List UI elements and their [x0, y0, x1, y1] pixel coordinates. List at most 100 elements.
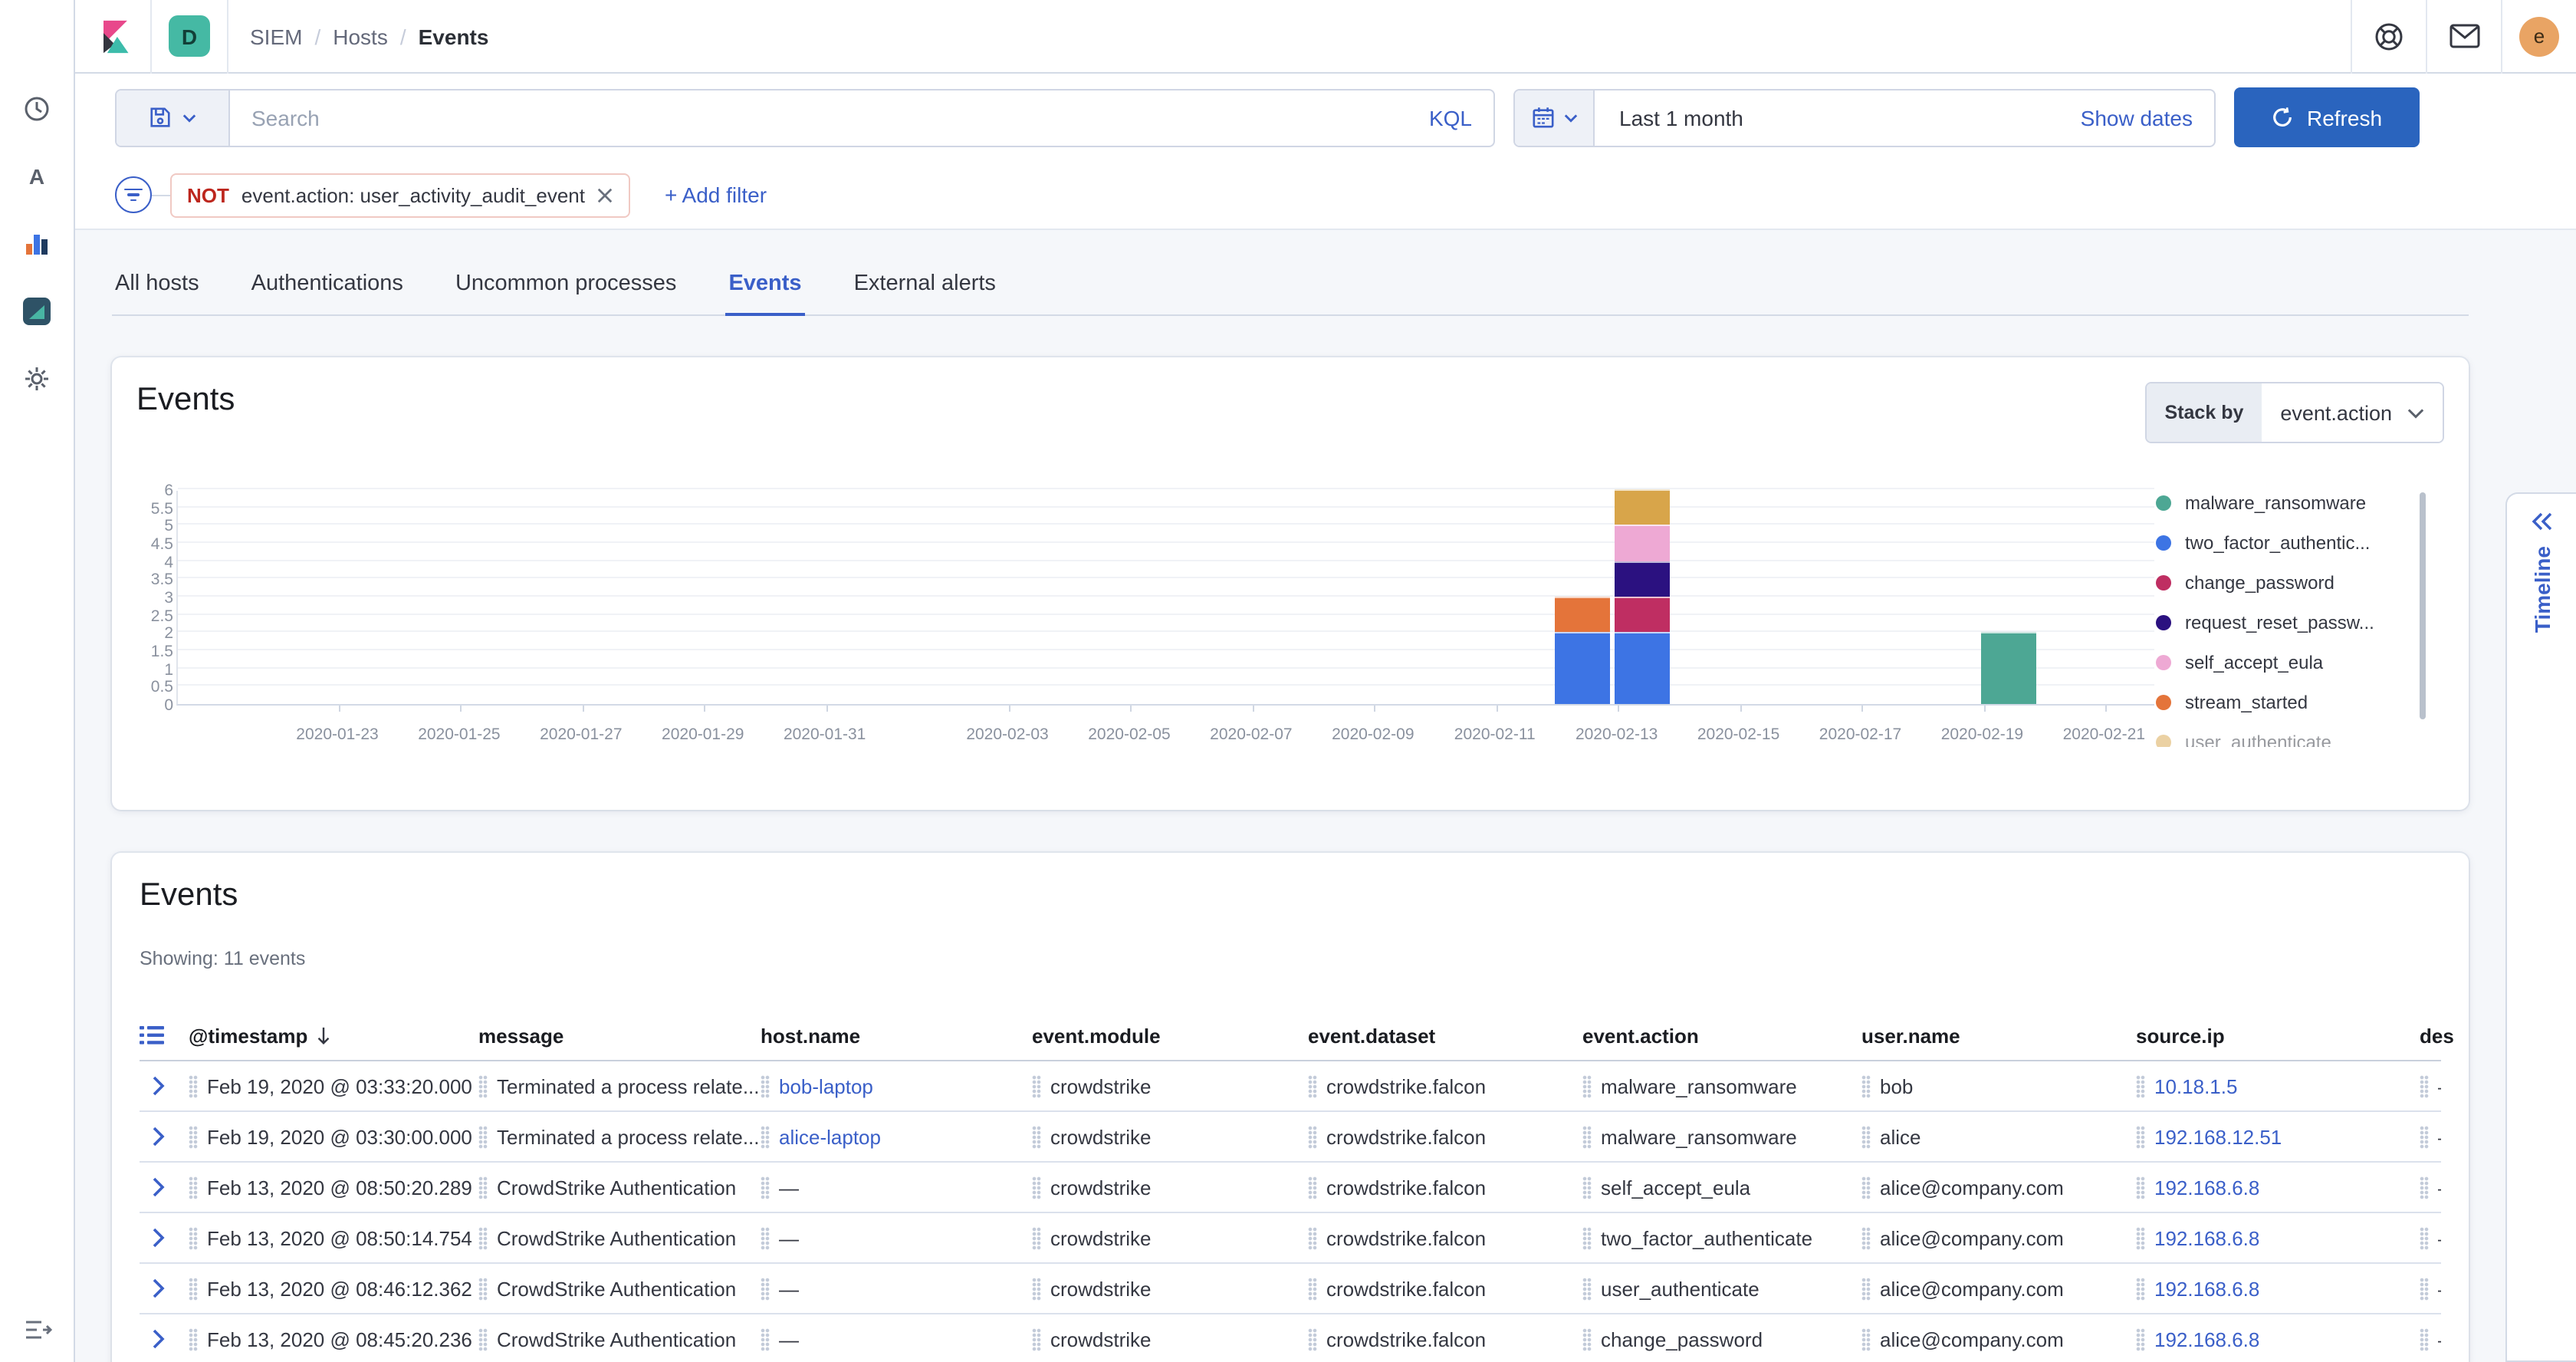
drag-handle-icon[interactable]	[2136, 1327, 2145, 1350]
host-name-link[interactable]: bob-laptop	[779, 1074, 873, 1097]
add-filter-link[interactable]: + Add filter	[665, 183, 767, 207]
user-avatar[interactable]: e	[2519, 16, 2559, 56]
column-header-event-module[interactable]: event.module	[1032, 1024, 1308, 1047]
bar-segment-request-reset-passw-[interactable]	[1615, 561, 1671, 597]
drag-handle-icon[interactable]	[189, 1226, 198, 1249]
drag-handle-icon[interactable]	[478, 1074, 488, 1097]
drag-handle-icon[interactable]	[761, 1277, 770, 1300]
saved-query-button[interactable]	[117, 90, 230, 145]
drag-handle-icon[interactable]	[1032, 1277, 1041, 1300]
drag-handle-icon[interactable]	[1861, 1226, 1871, 1249]
bar-segment-malware-ransomware[interactable]	[1980, 633, 2036, 704]
drag-handle-icon[interactable]	[1032, 1125, 1041, 1148]
filter-pill[interactable]: NOT event.action: user_activity_audit_ev…	[170, 173, 631, 217]
tab-uncommon-processes[interactable]: Uncommon processes	[452, 271, 680, 314]
drag-handle-icon[interactable]	[1861, 1327, 1871, 1350]
timeline-toggle[interactable]: Timeline	[2505, 492, 2576, 1362]
legend-item-malware-ransomware[interactable]: malware_ransomware	[2156, 492, 2366, 514]
source-ip-link[interactable]: 192.168.6.8	[2154, 1277, 2259, 1300]
drag-handle-icon[interactable]	[189, 1327, 198, 1350]
bar-segment-two-factor-authentic-[interactable]	[1554, 633, 1609, 704]
bar-segment-change-password[interactable]	[1615, 597, 1671, 633]
legend-item-two-factor-authentic-[interactable]: two_factor_authentic...	[2156, 532, 2371, 554]
breadcrumb-hosts[interactable]: Hosts	[333, 24, 388, 48]
drag-handle-icon[interactable]	[1308, 1176, 1317, 1199]
mail-icon[interactable]	[2427, 0, 2501, 73]
siem-app-icon[interactable]	[20, 294, 54, 328]
app-a-icon[interactable]: A	[20, 160, 54, 193]
source-ip-link[interactable]: 192.168.6.8	[2154, 1327, 2259, 1350]
legend-item-self-accept-eula[interactable]: self_accept_eula	[2156, 652, 2323, 673]
legend-item-change-password[interactable]: change_password	[2156, 572, 2334, 594]
management-gear-icon[interactable]	[20, 362, 54, 396]
source-ip-link[interactable]: 10.18.1.5	[2154, 1074, 2237, 1097]
bar-segment-self-accept-eula[interactable]	[1615, 525, 1671, 561]
time-range-value[interactable]: Last 1 month	[1595, 105, 1768, 130]
expand-row-icon[interactable]	[140, 1321, 176, 1357]
tab-external-alerts[interactable]: External alerts	[851, 271, 999, 314]
drag-handle-icon[interactable]	[2136, 1226, 2145, 1249]
remove-filter-icon[interactable]	[597, 186, 614, 203]
drag-handle-icon[interactable]	[1582, 1277, 1592, 1300]
drag-handle-icon[interactable]	[1582, 1176, 1592, 1199]
drag-handle-icon[interactable]	[1582, 1226, 1592, 1249]
calendar-button[interactable]	[1515, 90, 1595, 145]
drag-handle-icon[interactable]	[1861, 1074, 1871, 1097]
expand-row-icon[interactable]	[140, 1169, 176, 1206]
expand-row-icon[interactable]	[140, 1118, 176, 1155]
drag-handle-icon[interactable]	[2420, 1074, 2429, 1097]
drag-handle-icon[interactable]	[2420, 1277, 2429, 1300]
drag-handle-icon[interactable]	[1308, 1125, 1317, 1148]
recently-viewed-icon[interactable]	[20, 92, 54, 126]
drag-handle-icon[interactable]	[189, 1125, 198, 1148]
drag-handle-icon[interactable]	[1032, 1327, 1041, 1350]
fields-browser-icon[interactable]	[140, 1025, 189, 1046]
drag-handle-icon[interactable]	[1861, 1176, 1871, 1199]
drag-handle-icon[interactable]	[189, 1176, 198, 1199]
drag-handle-icon[interactable]	[478, 1327, 488, 1350]
expand-row-icon[interactable]	[140, 1068, 176, 1104]
legend-scrollbar[interactable]	[2420, 492, 2426, 719]
drag-handle-icon[interactable]	[1861, 1277, 1871, 1300]
drag-handle-icon[interactable]	[1032, 1176, 1041, 1199]
stack-by-select[interactable]: event.action	[2262, 383, 2443, 442]
breadcrumb-siem[interactable]: SIEM	[250, 24, 302, 48]
visualize-app-icon[interactable]	[20, 227, 54, 261]
filter-options-icon[interactable]	[115, 176, 152, 213]
drag-handle-icon[interactable]	[761, 1125, 770, 1148]
space-badge[interactable]: D	[169, 15, 210, 57]
column-header-source-ip[interactable]: source.ip	[2136, 1024, 2420, 1047]
drag-handle-icon[interactable]	[1582, 1074, 1592, 1097]
drag-handle-icon[interactable]	[2420, 1125, 2429, 1148]
drag-handle-icon[interactable]	[1308, 1226, 1317, 1249]
column-header-host-name[interactable]: host.name	[761, 1024, 1032, 1047]
column-header-event-action[interactable]: event.action	[1582, 1024, 1861, 1047]
column-header-event-dataset[interactable]: event.dataset	[1308, 1024, 1582, 1047]
drag-handle-icon[interactable]	[478, 1226, 488, 1249]
show-dates-link[interactable]: Show dates	[2059, 105, 2214, 130]
legend-item-user-authenticate[interactable]: user_authenticate	[2156, 732, 2331, 747]
legend-item-stream-started[interactable]: stream_started	[2156, 692, 2308, 713]
refresh-button[interactable]: Refresh	[2234, 87, 2420, 147]
drag-handle-icon[interactable]	[1308, 1074, 1317, 1097]
drag-handle-icon[interactable]	[1582, 1125, 1592, 1148]
source-ip-link[interactable]: 192.168.6.8	[2154, 1226, 2259, 1249]
drag-handle-icon[interactable]	[2136, 1074, 2145, 1097]
drag-handle-icon[interactable]	[189, 1277, 198, 1300]
column-header-message[interactable]: message	[478, 1024, 761, 1047]
drag-handle-icon[interactable]	[478, 1125, 488, 1148]
tab-authentications[interactable]: Authentications	[248, 271, 406, 314]
tab-events[interactable]: Events	[725, 271, 804, 314]
legend-item-request-reset-passw-[interactable]: request_reset_passw...	[2156, 612, 2374, 633]
expand-row-icon[interactable]	[140, 1270, 176, 1307]
drag-handle-icon[interactable]	[2136, 1125, 2145, 1148]
drag-handle-icon[interactable]	[1308, 1277, 1317, 1300]
kql-button[interactable]: KQL	[1408, 105, 1493, 130]
drag-handle-icon[interactable]	[189, 1074, 198, 1097]
drag-handle-icon[interactable]	[2420, 1327, 2429, 1350]
drag-handle-icon[interactable]	[2136, 1176, 2145, 1199]
drag-handle-icon[interactable]	[1032, 1074, 1041, 1097]
bar-segment-two-factor-authentic-[interactable]	[1615, 633, 1671, 704]
column-header-user-name[interactable]: user.name	[1861, 1024, 2136, 1047]
drag-handle-icon[interactable]	[1032, 1226, 1041, 1249]
